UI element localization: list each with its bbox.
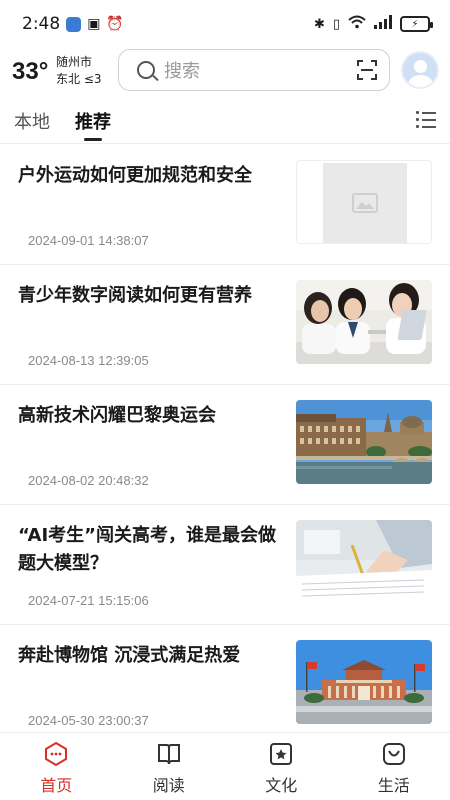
news-item[interactable]: 户外运动如何更加规范和安全 2024-09-01 14:38:07 bbox=[0, 145, 450, 265]
alarm-icon: ⏰ bbox=[106, 16, 124, 32]
weather-city: 随州市 bbox=[56, 55, 93, 69]
channel-tabs: 本地 推荐 bbox=[0, 98, 450, 144]
nav-home[interactable]: 首页 bbox=[0, 733, 113, 800]
culture-icon bbox=[270, 743, 293, 765]
nav-life[interactable]: 生活 bbox=[338, 733, 450, 800]
news-thumbnail-paris[interactable] bbox=[296, 400, 432, 484]
search-placeholder: 搜索 bbox=[164, 61, 200, 82]
home-icon bbox=[45, 741, 68, 767]
weather-temperature[interactable]: 33° bbox=[12, 58, 48, 86]
search-input[interactable]: 搜索 bbox=[118, 49, 390, 91]
news-thumbnail-students[interactable] bbox=[296, 280, 432, 364]
vibrate-icon: ▯ bbox=[332, 16, 340, 32]
book-icon bbox=[157, 744, 180, 765]
news-item[interactable]: 高新技术闪耀巴黎奥运会 2024-08-02 20:48:32 bbox=[0, 385, 450, 505]
avatar[interactable] bbox=[401, 51, 439, 89]
app-badge-icon bbox=[66, 16, 82, 32]
signal-icon bbox=[374, 15, 392, 33]
news-title[interactable]: 青少年数字阅读如何更有营养 bbox=[18, 282, 276, 310]
news-title[interactable]: 高新技术闪耀巴黎奥运会 bbox=[18, 402, 276, 430]
news-date: 2024-09-01 14:38:07 bbox=[28, 233, 149, 248]
status-bar: 2:48 ▣ ⏰ ✱ ▯ ⚡ bbox=[0, 0, 450, 48]
tab-recommended[interactable]: 推荐 bbox=[75, 108, 111, 134]
news-title[interactable]: “AI考生”闯关高考，谁是最会做题大模型？ bbox=[18, 522, 276, 578]
news-thumbnail-exam[interactable] bbox=[296, 520, 432, 604]
weather-location[interactable]: 随州市 东北 ≤3 bbox=[56, 54, 102, 88]
news-date: 2024-07-21 15:15:06 bbox=[28, 593, 149, 608]
news-item[interactable]: “AI考生”闯关高考，谁是最会做题大模型？ 2024-07-21 15:15:0… bbox=[0, 505, 450, 625]
nav-culture[interactable]: 文化 bbox=[225, 733, 338, 800]
nav-reading-label: 阅读 bbox=[152, 776, 185, 795]
news-item[interactable]: 奔赴博物馆 沉浸式满足热爱 2024-05-30 23:00:37 bbox=[0, 625, 450, 745]
image-placeholder-icon bbox=[352, 193, 378, 213]
nav-home-label: 首页 bbox=[40, 776, 73, 795]
bluetooth-icon: ✱ bbox=[313, 16, 325, 32]
nfc-icon: ▣ bbox=[87, 16, 101, 32]
news-item[interactable]: 青少年数字阅读如何更有营养 2024-08-13 12:39:05 bbox=[0, 265, 450, 385]
bottom-nav: 首页 阅读 文化 生活 bbox=[0, 732, 450, 800]
nav-culture-label: 文化 bbox=[265, 776, 298, 795]
active-tab-indicator bbox=[84, 138, 102, 141]
news-date: 2024-05-30 23:00:37 bbox=[28, 713, 149, 728]
nav-reading[interactable]: 阅读 bbox=[113, 733, 226, 800]
search-icon bbox=[137, 61, 155, 79]
news-thumbnail-placeholder[interactable] bbox=[296, 160, 432, 244]
tab-local[interactable]: 本地 bbox=[14, 108, 50, 134]
news-date: 2024-08-02 20:48:32 bbox=[28, 473, 149, 488]
scan-icon[interactable] bbox=[357, 60, 377, 80]
weather-wind: 东北 ≤3 bbox=[56, 72, 102, 86]
news-thumbnail-museum[interactable] bbox=[296, 640, 432, 724]
news-title[interactable]: 奔赴博物馆 沉浸式满足热爱 bbox=[18, 642, 276, 670]
status-time: 2:48 bbox=[22, 14, 61, 34]
wifi-icon bbox=[348, 15, 366, 33]
header: 33° 随州市 东北 ≤3 搜索 bbox=[0, 48, 450, 98]
life-icon bbox=[382, 743, 405, 765]
news-list: 户外运动如何更加规范和安全 2024-09-01 14:38:07 青少年数字阅… bbox=[0, 145, 450, 745]
news-date: 2024-08-13 12:39:05 bbox=[28, 353, 149, 368]
battery-icon: ⚡ bbox=[400, 16, 433, 32]
channel-menu-icon[interactable] bbox=[416, 111, 436, 128]
news-title[interactable]: 户外运动如何更加规范和安全 bbox=[18, 162, 276, 190]
nav-life-label: 生活 bbox=[377, 776, 410, 795]
